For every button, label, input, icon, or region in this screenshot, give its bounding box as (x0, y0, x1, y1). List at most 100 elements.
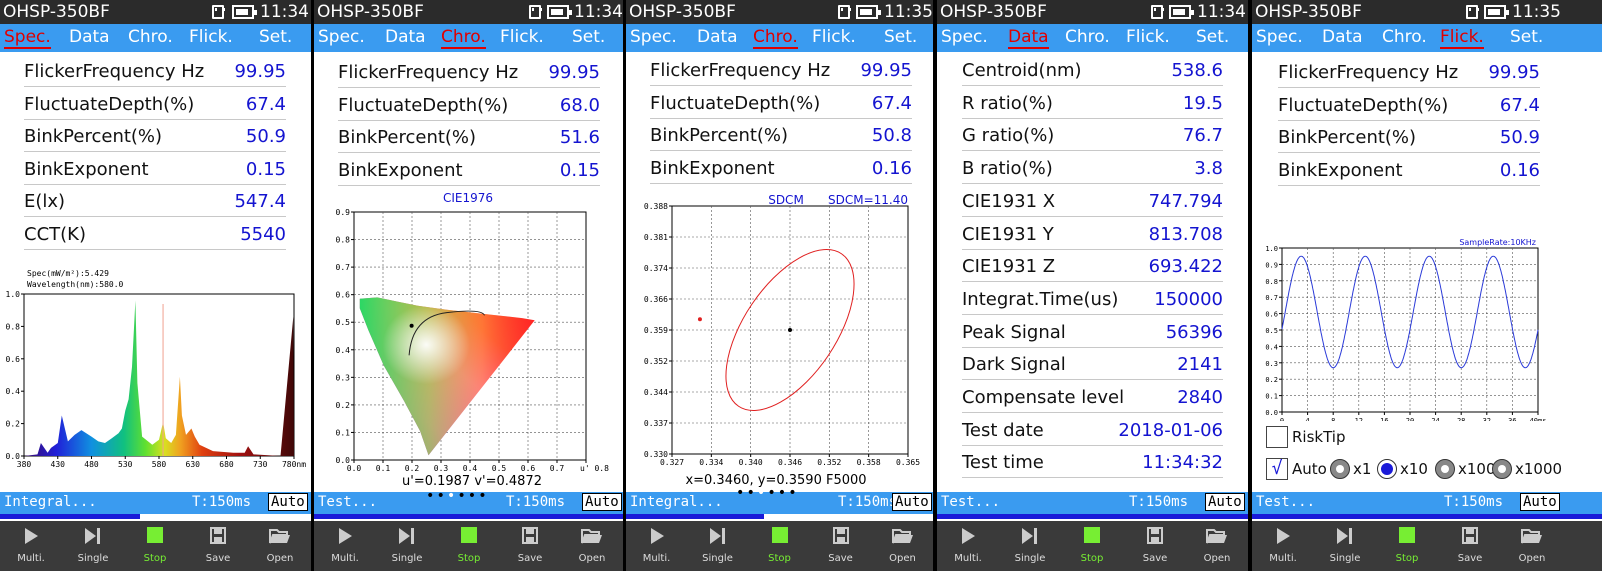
tab-spec[interactable]: Spec. (318, 27, 365, 47)
page-dot[interactable]: • (757, 485, 767, 501)
auto-button[interactable]: Auto (892, 493, 932, 511)
page-dot[interactable]: • (767, 485, 777, 501)
tab-data[interactable]: Data (385, 27, 426, 47)
spectrum-screen: OHSP-350BF 11:34 Spec. Data Chro. Flick.… (0, 0, 311, 571)
tab-data[interactable]: Data (697, 27, 738, 47)
tab-set[interactable]: Set. (259, 27, 292, 47)
tab-data[interactable]: Data (1322, 27, 1363, 47)
tab-spec[interactable]: Spec. (941, 27, 988, 47)
tab-chro[interactable]: Chro. (753, 27, 798, 49)
tab-spec[interactable]: Spec. (4, 27, 51, 49)
battery-icon (856, 5, 881, 19)
open-button[interactable]: Open (1186, 521, 1248, 571)
single-button[interactable]: Single (687, 521, 748, 571)
page-dot[interactable]: • (457, 488, 467, 504)
save-button[interactable]: Save (1439, 521, 1501, 571)
auto-button[interactable]: Auto (1520, 493, 1560, 511)
flicker-grid (1279, 247, 1539, 415)
multi-button[interactable]: Multi. (314, 521, 376, 571)
tab-flick[interactable]: Flick. (1126, 27, 1170, 47)
toolbar-label: Stop (143, 553, 167, 564)
open-button[interactable]: Open (249, 521, 311, 571)
auto-zoom-checkbox[interactable]: √ (1266, 458, 1288, 480)
multi-button[interactable]: Multi. (937, 521, 999, 571)
measurement-value: 538.6 (1171, 60, 1223, 81)
x-tick-label: 8 (1331, 417, 1335, 421)
multi-button[interactable]: Multi. (1252, 521, 1314, 571)
page-dot[interactable]: • (468, 488, 478, 504)
page-dot[interactable]: • (788, 485, 798, 501)
measurement-row: FluctuateDepth(%) 67.4 (1278, 90, 1540, 121)
x-tick-label: 0.334 (699, 458, 723, 467)
y-tick-label: 0.7 (1265, 294, 1278, 302)
page-dot[interactable]: • (778, 485, 788, 501)
tab-spec[interactable]: Spec. (1256, 27, 1303, 47)
zoom-radio-x1000[interactable] (1492, 459, 1512, 479)
auto-button[interactable]: Auto (582, 493, 622, 511)
risk-tip-checkbox[interactable] (1266, 426, 1288, 448)
single-button[interactable]: Single (62, 521, 124, 571)
measurement-row: B ratio(%) 3.8 (962, 153, 1223, 185)
open-button[interactable]: Open (1501, 521, 1563, 571)
measurement-label: E(lx) (24, 191, 66, 212)
single-button[interactable]: Single (999, 521, 1061, 571)
x-tick-label: 530 (118, 460, 133, 469)
zoom-radio-x10[interactable] (1377, 459, 1397, 479)
tab-flick[interactable]: Flick. (1440, 27, 1484, 49)
auto-button[interactable]: Auto (1205, 493, 1245, 511)
page-dot[interactable]: • (736, 485, 746, 501)
measurement-label: FlickerFrequency Hz (24, 61, 205, 82)
save-button[interactable]: Save (810, 521, 871, 571)
open-button[interactable]: Open (561, 521, 623, 571)
multi-button[interactable]: Multi. (626, 521, 687, 571)
tab-chro[interactable]: Chro. (441, 27, 486, 49)
multi-button[interactable]: Multi. (0, 521, 62, 571)
zoom-radio-x1[interactable] (1330, 459, 1350, 479)
page-dot[interactable]: • (746, 485, 756, 501)
stop-button[interactable]: Stop (124, 521, 186, 571)
tab-set[interactable]: Set. (572, 27, 605, 47)
tab-flick[interactable]: Flick. (812, 27, 856, 47)
zoom-radio-x100[interactable] (1435, 459, 1455, 479)
single-button[interactable]: Single (376, 521, 438, 571)
measurement-value: 68.0 (559, 94, 600, 116)
page-dot[interactable]: • (478, 488, 488, 504)
measurement-row: CIE1931 X 747.794 (962, 186, 1223, 217)
toolbar-label: Save (1142, 553, 1168, 564)
y-tick-label: 0.1 (1265, 393, 1278, 401)
tab-set[interactable]: Set. (1196, 27, 1229, 47)
save-button[interactable]: Save (499, 521, 561, 571)
auto-button[interactable]: Auto (268, 493, 308, 511)
tab-spec[interactable]: Spec. (630, 27, 677, 47)
tab-set[interactable]: Set. (1510, 27, 1543, 47)
tab-chro[interactable]: Chro. (128, 27, 173, 47)
measurement-row: Dark Signal 2141 (962, 349, 1223, 381)
tab-flick[interactable]: Flick. (189, 27, 233, 47)
folder-open-icon (269, 527, 291, 548)
tab-flick[interactable]: Flick. (500, 27, 544, 47)
measurement-value: 67.4 (1499, 94, 1540, 116)
x-tick-label: 0.358 (857, 458, 881, 467)
measurement-label: Compensate level (962, 387, 1125, 408)
tab-data[interactable]: Data (1008, 27, 1049, 49)
tab-chro[interactable]: Chro. (1382, 27, 1427, 47)
stop-button[interactable]: Stop (1376, 521, 1438, 571)
save-button[interactable]: Save (187, 521, 249, 571)
tab-chro[interactable]: Chro. (1065, 27, 1110, 47)
bottom-toolbar: Multi. Single Stop Save Open (1252, 521, 1602, 571)
tab-set[interactable]: Set. (884, 27, 917, 47)
bottom-toolbar: Multi. Single Stop Save Open (0, 521, 311, 571)
measurement-value: 2141 (1177, 354, 1223, 376)
y-tick-label: 1.0 (1265, 245, 1278, 253)
single-button[interactable]: Single (1314, 521, 1376, 571)
stop-button[interactable]: Stop (749, 521, 810, 571)
page-dot[interactable]: • (426, 488, 436, 504)
open-button[interactable]: Open (872, 521, 933, 571)
battery-icon (232, 5, 257, 19)
save-button[interactable]: Save (1124, 521, 1186, 571)
page-dot[interactable]: • (447, 488, 457, 504)
stop-button[interactable]: Stop (438, 521, 500, 571)
tab-data[interactable]: Data (69, 27, 110, 47)
stop-button[interactable]: Stop (1061, 521, 1123, 571)
page-dot[interactable]: • (436, 488, 446, 504)
